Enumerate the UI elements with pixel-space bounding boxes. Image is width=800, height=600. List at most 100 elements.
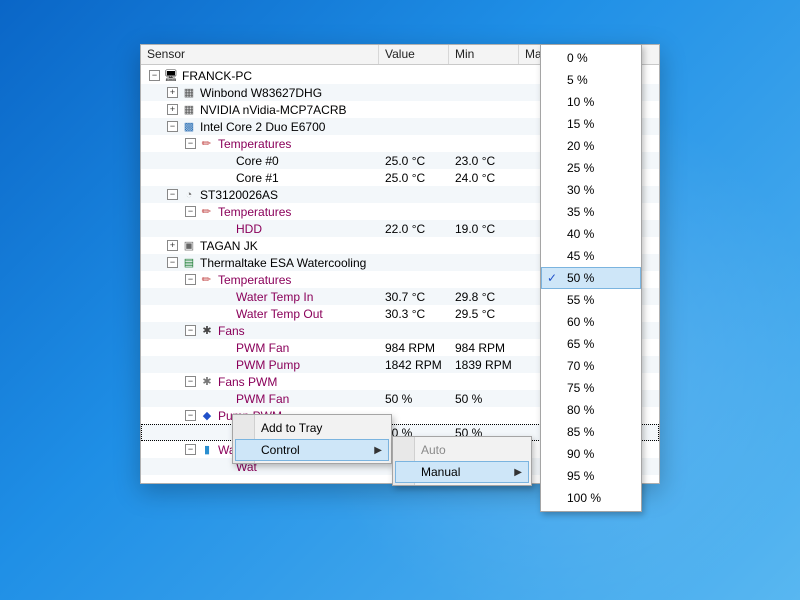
percent-label: 85 % (567, 425, 594, 439)
chevron-right-icon: ▶ (374, 445, 382, 456)
percent-label: 25 % (567, 161, 594, 175)
node-label: FRANCK-PC (182, 69, 252, 83)
collapse-icon[interactable]: − (167, 189, 178, 200)
menu-manual[interactable]: Manual ▶ (395, 461, 529, 483)
collapse-icon[interactable]: − (185, 274, 196, 285)
percent-option[interactable]: 95 % (541, 465, 641, 487)
pump-icon (200, 409, 214, 423)
node-label: PWM Fan (236, 392, 289, 406)
collapse-icon[interactable]: − (167, 257, 178, 268)
node-label: TAGAN JK (200, 239, 258, 253)
node-label: Intel Core 2 Duo E6700 (200, 120, 325, 134)
node-label: Temperatures (218, 137, 291, 151)
percent-option[interactable]: 45 % (541, 245, 641, 267)
percent-label: 30 % (567, 183, 594, 197)
spacer (218, 290, 232, 304)
thermo-icon (200, 273, 214, 287)
percent-option[interactable]: 90 % (541, 443, 641, 465)
percent-option[interactable]: 80 % (541, 399, 641, 421)
pc-icon (164, 69, 178, 83)
percent-option[interactable]: 70 % (541, 355, 641, 377)
column-value[interactable]: Value (379, 45, 449, 64)
percent-option[interactable]: 15 % (541, 113, 641, 135)
percent-option[interactable]: 85 % (541, 421, 641, 443)
node-label: Core #0 (236, 154, 279, 168)
percent-option[interactable]: 30 % (541, 179, 641, 201)
tree-connector (203, 461, 214, 472)
percent-label: 40 % (567, 227, 594, 241)
percent-option[interactable]: 100 % (541, 487, 641, 509)
collapse-icon[interactable]: − (185, 444, 196, 455)
percent-option[interactable]: 20 % (541, 135, 641, 157)
spacer (218, 358, 232, 372)
expand-icon[interactable]: + (167, 87, 178, 98)
percent-label: 70 % (567, 359, 594, 373)
percent-option[interactable]: 65 % (541, 333, 641, 355)
node-label: Temperatures (218, 273, 291, 287)
min-cell: 23.0 °C (449, 154, 519, 168)
menu-item-label: Control (261, 443, 300, 457)
value-cell: 1842 RPM (379, 358, 449, 372)
column-sensor[interactable]: Sensor (141, 45, 379, 64)
spacer (218, 307, 232, 321)
fan-icon (200, 324, 214, 338)
spacer (218, 392, 232, 406)
value-cell: 984 RPM (379, 341, 449, 355)
menu-control[interactable]: Control ▶ (235, 439, 389, 461)
menu-add-to-tray[interactable]: Add to Tray (235, 417, 389, 439)
percent-submenu: 0 %5 %10 %15 %20 %25 %30 %35 %40 %45 %✓5… (540, 44, 642, 512)
expand-icon[interactable]: + (167, 240, 178, 251)
percent-option[interactable]: 10 % (541, 91, 641, 113)
percent-label: 55 % (567, 293, 594, 307)
water-icon (182, 256, 196, 270)
percent-option[interactable]: ✓50 % (541, 267, 641, 289)
menu-item-label: Manual (421, 465, 460, 479)
context-menu: Add to Tray Control ▶ (232, 414, 392, 464)
percent-option[interactable]: 25 % (541, 157, 641, 179)
value-cell: 25.0 °C (379, 171, 449, 185)
spacer (218, 426, 232, 440)
collapse-icon[interactable]: − (167, 121, 178, 132)
tree-connector (203, 308, 214, 319)
spacer (218, 341, 232, 355)
percent-label: 65 % (567, 337, 594, 351)
node-label: Core #1 (236, 171, 279, 185)
percent-option[interactable]: 40 % (541, 223, 641, 245)
percent-option[interactable]: 55 % (541, 289, 641, 311)
percent-label: 0 % (567, 51, 588, 65)
spacer (218, 222, 232, 236)
tree-connector (203, 393, 214, 404)
min-cell: 984 RPM (449, 341, 519, 355)
spacer (218, 171, 232, 185)
chip-icon (182, 86, 196, 100)
collapse-icon[interactable]: − (149, 70, 160, 81)
tree-connector (203, 172, 214, 183)
box-icon (182, 239, 196, 253)
collapse-icon[interactable]: − (185, 376, 196, 387)
column-min[interactable]: Min (449, 45, 519, 64)
node-label: NVIDIA nVidia-MCP7ACRB (200, 103, 347, 117)
menu-auto[interactable]: Auto (395, 439, 529, 461)
percent-option[interactable]: 5 % (541, 69, 641, 91)
collapse-icon[interactable]: − (185, 410, 196, 421)
node-label: Water Temp In (236, 290, 313, 304)
check-icon: ✓ (547, 271, 557, 285)
percent-option[interactable]: 0 % (541, 47, 641, 69)
value-cell: 50 % (379, 392, 449, 406)
percent-label: 20 % (567, 139, 594, 153)
percent-label: 90 % (567, 447, 594, 461)
tree-connector (203, 223, 214, 234)
collapse-icon[interactable]: − (185, 206, 196, 217)
node-label: Thermaltake ESA Watercooling (200, 256, 366, 270)
percent-option[interactable]: 60 % (541, 311, 641, 333)
min-cell: 29.5 °C (449, 307, 519, 321)
expand-icon[interactable]: + (167, 104, 178, 115)
percent-option[interactable]: 75 % (541, 377, 641, 399)
collapse-icon[interactable]: − (185, 325, 196, 336)
min-cell: 29.8 °C (449, 290, 519, 304)
collapse-icon[interactable]: − (185, 138, 196, 149)
percent-label: 15 % (567, 117, 594, 131)
percent-option[interactable]: 35 % (541, 201, 641, 223)
level-icon (200, 443, 214, 457)
node-label: PWM Fan (236, 341, 289, 355)
